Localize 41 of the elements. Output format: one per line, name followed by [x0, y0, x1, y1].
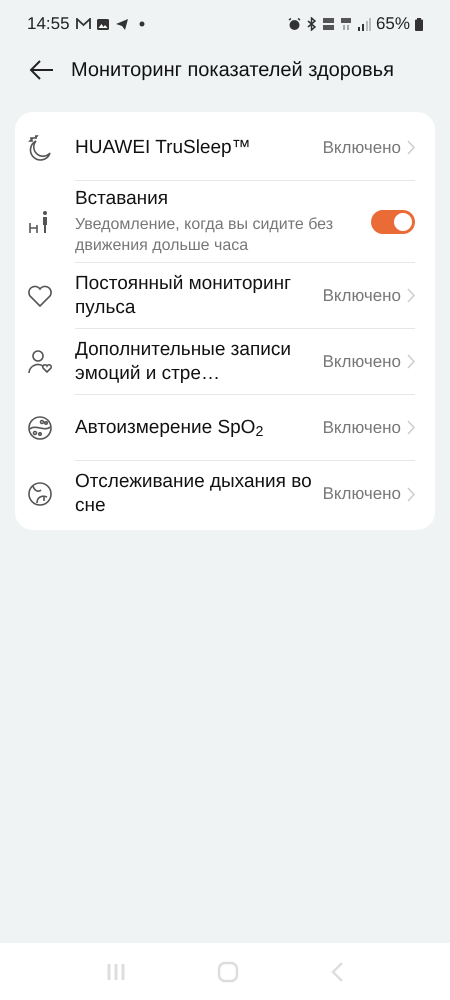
setting-value: Включено	[322, 284, 401, 307]
setting-row[interactable]: HUAWEI TruSleep™ Включено	[15, 115, 435, 181]
setting-value: Включено	[322, 136, 401, 159]
setting-row[interactable]: Дополнительные записи эмоций и стре… Включено	[15, 329, 435, 395]
battery-percent: 65%	[376, 13, 410, 36]
signal-icon	[356, 18, 371, 30]
setting-label: Постоянный мониторинг пульса	[75, 272, 292, 320]
setting-label: Дополнительные записи эмоций и стре…	[75, 338, 292, 386]
home-icon[interactable]	[216, 960, 239, 982]
setting-row[interactable]: Автоизмерение SpO$_{2}$ Включено	[15, 395, 435, 461]
recent-apps-icon[interactable]	[106, 962, 126, 980]
bubbles-icon	[27, 415, 53, 441]
chevron-right-icon	[407, 140, 415, 155]
bluetooth-icon	[306, 17, 317, 31]
setting-label: HUAWEI TruSleep™	[75, 136, 252, 160]
person-heart-icon	[27, 349, 53, 375]
setting-label: Вставания	[75, 187, 170, 211]
chevron-right-icon	[407, 486, 415, 502]
setting-label: Автоизмерение SpO$_{2}$	[75, 416, 264, 442]
battery-icon	[415, 18, 423, 30]
setting-row[interactable]: Постоянный мониторинг пульса Включено	[15, 263, 435, 329]
status-time: 14:55	[27, 13, 70, 36]
page-title: Мониторинг показателей здоровья	[71, 58, 394, 83]
chevron-right-icon	[407, 288, 415, 303]
image-icon	[96, 18, 110, 30]
setting-label: Отслеживание дыхания во сне	[75, 470, 313, 518]
setting-value: Включено	[322, 350, 401, 373]
toggle-switch[interactable]	[371, 210, 415, 234]
chevron-right-icon	[407, 420, 415, 435]
dot-icon	[138, 21, 145, 27]
send-icon	[114, 18, 129, 30]
lungs-icon	[27, 481, 53, 507]
mail-icon	[76, 18, 91, 30]
setting-value: Включено	[322, 483, 401, 506]
setting-value: Включено	[322, 416, 401, 439]
setting-description: Уведомление, когда вы сидите без движения дольше часа	[75, 215, 334, 256]
heart-icon	[27, 283, 53, 309]
moon-icon	[27, 135, 53, 161]
back-icon[interactable]	[330, 960, 344, 982]
chevron-right-icon	[407, 354, 415, 369]
alarm-icon	[288, 18, 301, 30]
